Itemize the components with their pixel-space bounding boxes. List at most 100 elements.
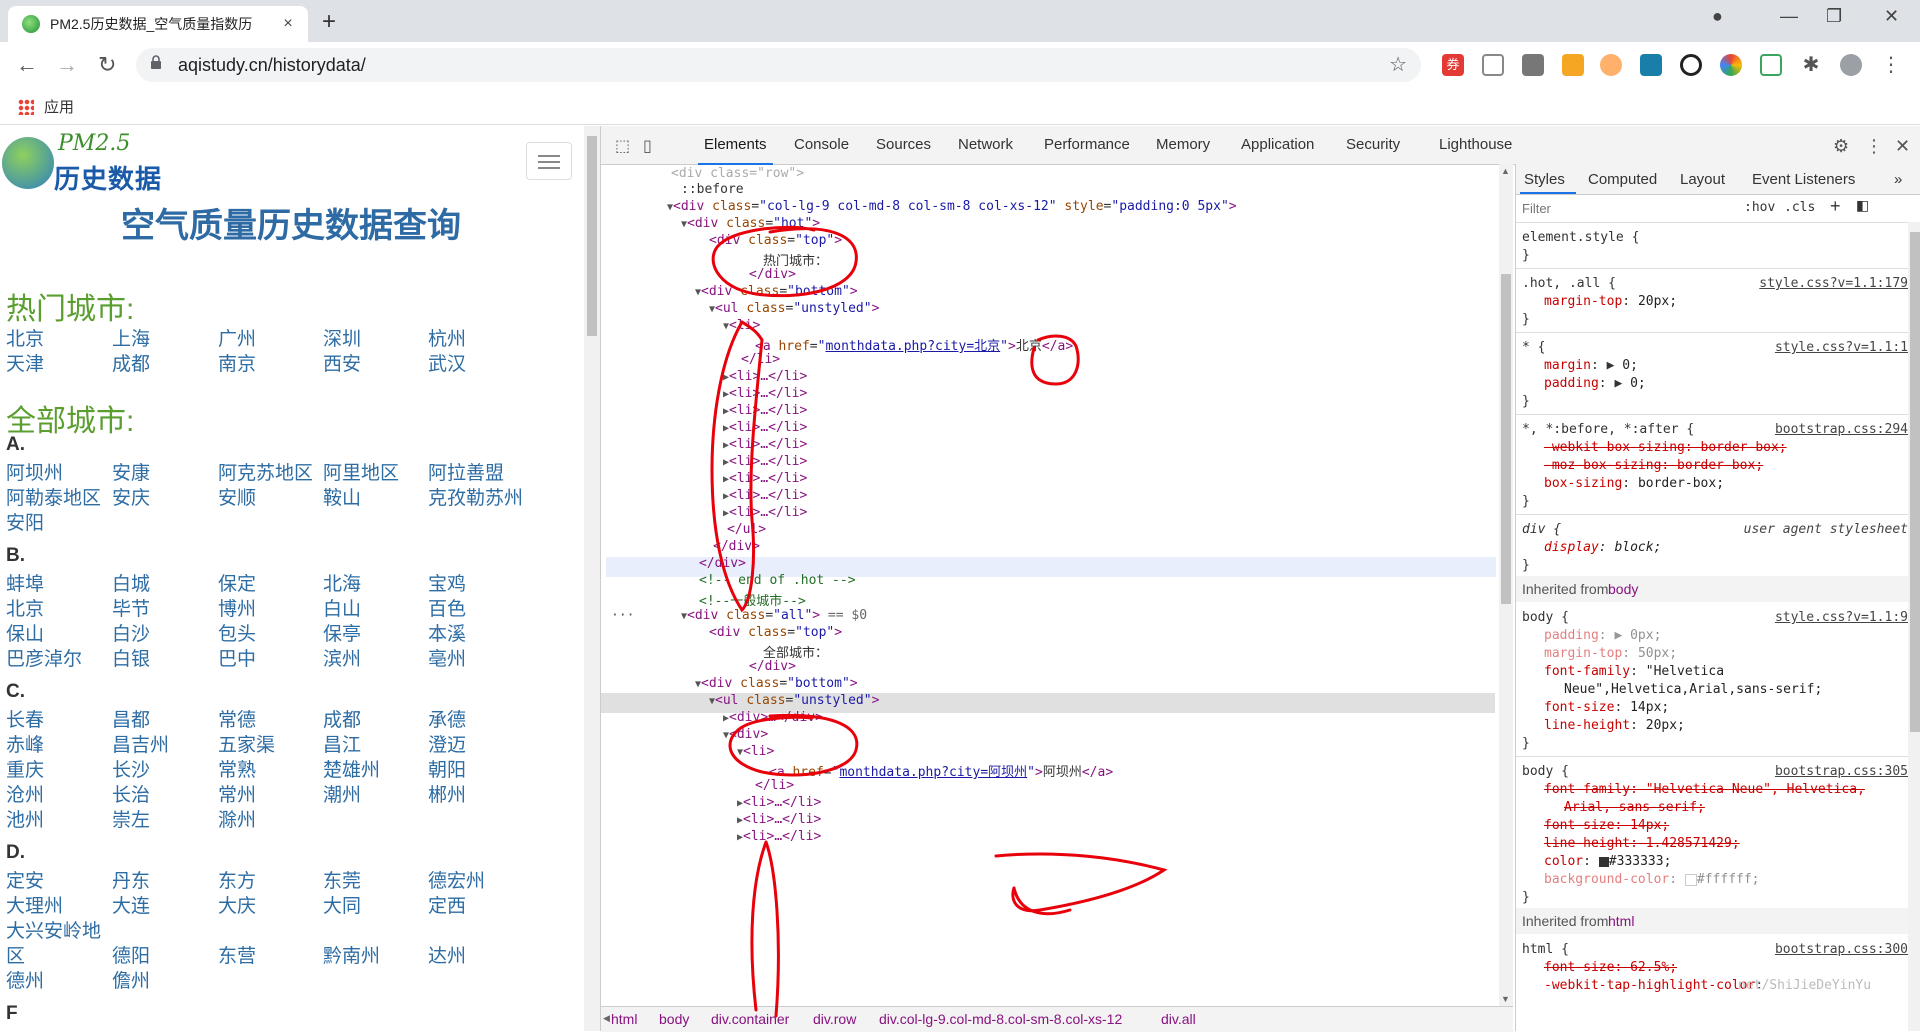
- scroll-down-icon[interactable]: ▼: [1501, 994, 1510, 1004]
- city-link[interactable]: 白山: [323, 594, 361, 621]
- overridden-prop[interactable]: font-size: 14px;: [1544, 818, 1669, 833]
- map-extension-icon[interactable]: [1640, 54, 1662, 76]
- dom-node-a-aba[interactable]: <a href="monthdata.php?city=阿坝州">阿坝州</a>: [769, 761, 1113, 780]
- overridden-prop[interactable]: font-family: "Helvetica Neue", Helvetica…: [1544, 782, 1865, 797]
- city-link[interactable]: 长春: [6, 705, 44, 732]
- scroll-up-icon[interactable]: ▲: [1501, 166, 1510, 176]
- dom-node-li-collapsed[interactable]: ▶<li>…</li>: [723, 488, 807, 503]
- hot-city-link[interactable]: 西安: [323, 349, 361, 376]
- rule-source-link[interactable]: style.css?v=1.1:179: [1759, 276, 1908, 291]
- profile-avatar-icon[interactable]: [1840, 54, 1862, 76]
- dom-node-all[interactable]: ▼<div class="all"> == $0: [681, 608, 867, 623]
- city-link[interactable]: 滁州: [218, 805, 256, 832]
- page-scrollbar[interactable]: [584, 126, 600, 1031]
- city-link[interactable]: 阿克苏地区: [218, 458, 313, 485]
- tab-network[interactable]: Network: [958, 136, 1013, 153]
- overridden-prop[interactable]: -moz-box-sizing: border-box;: [1544, 458, 1763, 473]
- forward-icon[interactable]: →: [56, 52, 78, 78]
- city-link[interactable]: 白银: [112, 644, 150, 671]
- site-logo[interactable]: PM2.5 历史数据: [2, 131, 172, 194]
- city-link[interactable]: 蚌埠: [6, 569, 44, 596]
- city-link[interactable]: 保亭: [323, 619, 361, 646]
- dom-node-bottom[interactable]: ▼<div class="bottom">: [695, 284, 858, 299]
- overridden-prop[interactable]: -webkit-box-sizing: border-box;: [1544, 440, 1787, 455]
- rule-source-link[interactable]: style.css?v=1.1:1: [1775, 340, 1908, 355]
- city-link[interactable]: 白城: [112, 569, 150, 596]
- city-link[interactable]: 长沙: [112, 755, 150, 782]
- city-link[interactable]: 朝阳: [428, 755, 466, 782]
- city-link[interactable]: 巴中: [218, 644, 256, 671]
- dom-node-li-2[interactable]: ▼<li>: [737, 744, 774, 759]
- dom-node-col[interactable]: ▼<div class="col-lg-9 col-md-8 col-sm-8 …: [667, 199, 1237, 214]
- reload-icon[interactable]: ↻: [98, 52, 116, 78]
- dom-node-bottom-2[interactable]: ▼<div class="bottom">: [695, 676, 858, 691]
- dom-node-ul-2[interactable]: ▼<ul class="unstyled">: [709, 693, 879, 708]
- hov-toggle[interactable]: :hov: [1744, 200, 1775, 215]
- city-link[interactable]: 重庆: [6, 755, 44, 782]
- cls-toggle[interactable]: .cls: [1784, 200, 1815, 215]
- city-link[interactable]: 保定: [218, 569, 256, 596]
- city-link[interactable]: 五家渠: [218, 730, 275, 757]
- hot-city-link[interactable]: 广州: [218, 324, 256, 351]
- city-link[interactable]: 宝鸡: [428, 569, 466, 596]
- hot-city-link[interactable]: 杭州: [428, 324, 466, 351]
- city-link[interactable]: 昌吉州: [112, 730, 169, 757]
- tab-layout[interactable]: Layout: [1680, 171, 1725, 188]
- crumb-html[interactable]: html: [611, 1011, 637, 1027]
- new-rule-icon[interactable]: +: [1830, 196, 1841, 217]
- dom-node-li-collapsed[interactable]: ▶<li>…</li>: [737, 829, 821, 844]
- face-extension-icon[interactable]: [1600, 54, 1622, 76]
- crumb-container[interactable]: div.container: [711, 1011, 789, 1027]
- puzzle-extensions-icon[interactable]: ✱: [1800, 54, 1822, 76]
- city-link[interactable]: 安康: [112, 458, 150, 485]
- dom-node-hot[interactable]: ▼<div class="hot">: [681, 216, 820, 231]
- city-link[interactable]: 安阳: [6, 508, 44, 535]
- coupon-extension-icon[interactable]: 券: [1442, 54, 1464, 76]
- scrollbar-thumb[interactable]: [587, 136, 597, 336]
- dom-node-ul[interactable]: ▼<ul class="unstyled">: [709, 301, 879, 316]
- city-link[interactable]: 东方: [218, 866, 256, 893]
- minimize-icon[interactable]: —: [1780, 6, 1798, 27]
- city-link[interactable]: 巴彦淖尔: [6, 644, 82, 671]
- dom-node-top-2[interactable]: <div class="top">: [709, 625, 842, 640]
- city-link[interactable]: 百色: [428, 594, 466, 621]
- styles-filter-input[interactable]: [1520, 198, 1744, 218]
- dom-node-li-collapsed[interactable]: ▶<li>…</li>: [737, 795, 821, 810]
- hot-city-link[interactable]: 成都: [112, 349, 150, 376]
- city-link[interactable]: 德宏州: [428, 866, 485, 893]
- city-link[interactable]: 常德: [218, 705, 256, 732]
- bookmark-star-icon[interactable]: ☆: [1389, 52, 1407, 77]
- dom-node-a-beijing[interactable]: <a href="monthdata.php?city=北京">北京</a>: [755, 335, 1073, 354]
- city-link[interactable]: 达州: [428, 941, 466, 968]
- dom-node-div-collapsed[interactable]: ▶<div>…</div>: [723, 710, 823, 725]
- city-link[interactable]: 安庆: [112, 483, 150, 510]
- comment-end-hot[interactable]: <!-- end of .hot -->: [699, 573, 856, 588]
- toggle-sidebar-icon[interactable]: ◧: [1856, 197, 1869, 214]
- color-swatch[interactable]: [1598, 856, 1609, 867]
- lock-extension-icon[interactable]: [1562, 54, 1584, 76]
- color-swatch[interactable]: [1684, 873, 1697, 886]
- close-window-icon[interactable]: ✕: [1884, 6, 1899, 27]
- dom-node-li-collapsed[interactable]: ▶<li>…</li>: [723, 386, 807, 401]
- city-link[interactable]: 大庆: [218, 891, 256, 918]
- hot-city-link[interactable]: 武汉: [428, 349, 466, 376]
- tab-sources[interactable]: Sources: [876, 136, 931, 153]
- hot-city-link[interactable]: 天津: [6, 349, 44, 376]
- city-link[interactable]: 北京: [6, 594, 44, 621]
- tab-event-listeners[interactable]: Event Listeners: [1752, 171, 1855, 188]
- city-link[interactable]: 郴州: [428, 780, 466, 807]
- crumb-scroll-left-icon[interactable]: ◀: [603, 1013, 610, 1024]
- dom-node-li-collapsed[interactable]: ▶<li>…</li>: [737, 812, 821, 827]
- city-link[interactable]: 丹东: [112, 866, 150, 893]
- rule-element-style[interactable]: element.style {: [1522, 230, 1639, 245]
- rule-html[interactable]: html {: [1522, 942, 1569, 957]
- styles-scrollbar[interactable]: [1908, 222, 1920, 1031]
- rule-source-link[interactable]: style.css?v=1.1:9: [1775, 610, 1908, 625]
- overridden-prop[interactable]: Arial, sans-serif;: [1564, 800, 1705, 815]
- dom-node-li-collapsed[interactable]: ▶<li>…</li>: [723, 403, 807, 418]
- rule-source-link[interactable]: bootstrap.css:300: [1775, 942, 1908, 957]
- dom-node-li-collapsed[interactable]: ▶<li>…</li>: [723, 369, 807, 384]
- close-devtools-icon[interactable]: ✕: [1895, 136, 1910, 157]
- crumb-body[interactable]: body: [659, 1011, 689, 1027]
- city-link[interactable]: 承德: [428, 705, 466, 732]
